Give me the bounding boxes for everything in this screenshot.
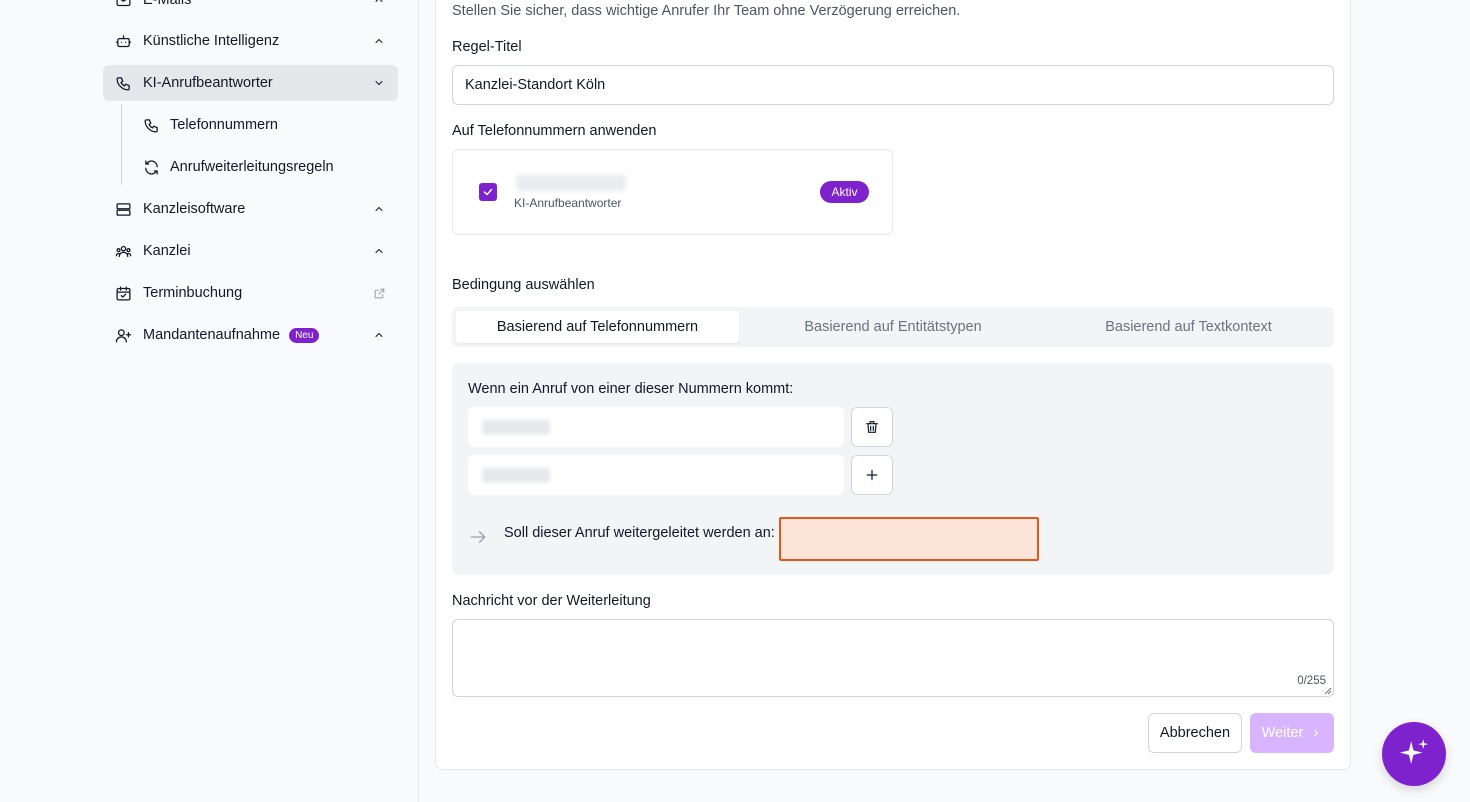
submenu-line	[121, 104, 122, 185]
phone-icon	[114, 74, 132, 92]
phone-icon	[142, 116, 160, 134]
user-plus-icon	[114, 326, 132, 344]
sidebar-item-emails[interactable]: E-Mails	[103, 0, 398, 18]
robot-icon	[114, 32, 132, 50]
sidebar-item-kanzleisoftware[interactable]: Kanzleisoftware	[103, 191, 398, 227]
char-counter: 0/255	[1297, 675, 1326, 687]
sidebar-item-terminbuchung[interactable]: Terminbuchung	[103, 275, 398, 311]
tab-text-context[interactable]: Basierend auf Textkontext	[1047, 311, 1330, 343]
phone-checkbox[interactable]	[479, 183, 497, 201]
sidebar-item-ki-anrufbeantworter[interactable]: KI-Anrufbeantworter	[103, 65, 398, 101]
chevron-down-icon[interactable]	[372, 76, 386, 90]
cancel-button[interactable]: Abbrechen	[1148, 713, 1242, 753]
check-icon	[483, 188, 493, 196]
phone-number-blurred	[482, 420, 550, 434]
plus-icon	[866, 469, 878, 481]
chevron-up-icon[interactable]	[372, 244, 386, 258]
server-icon	[114, 200, 132, 218]
refresh-icon	[142, 158, 160, 176]
sidebar-item-ki[interactable]: Künstliche Intelligenz	[103, 23, 398, 59]
sidebar-subitem-anrufweiterleitungsregeln[interactable]: Anrufweiterleitungsregeln	[131, 149, 398, 185]
tab-entity-types[interactable]: Basierend auf Entitätstypen	[751, 311, 1035, 343]
title-label: Regel-Titel	[452, 39, 522, 55]
chevron-up-icon[interactable]	[372, 202, 386, 216]
calendar-check-icon	[114, 284, 132, 302]
next-button-label: Weiter	[1261, 725, 1304, 741]
arrow-right-icon	[468, 528, 488, 546]
external-link-icon[interactable]	[372, 286, 386, 300]
sparkle-icon	[1399, 739, 1429, 764]
tab-phone-numbers[interactable]: Basierend auf Telefonnummern	[456, 311, 739, 343]
chevron-up-icon[interactable]	[372, 328, 386, 342]
sidebar-item-label: E-Mails	[143, 0, 192, 8]
chevron-up-icon[interactable]	[372, 34, 386, 48]
mail-icon	[114, 0, 132, 9]
apply-label: Auf Telefonnummern anwenden	[452, 123, 657, 139]
sidebar-item-label: Kanzleisoftware	[143, 201, 246, 217]
form-subtitle: Stellen Sie sicher, dass wichtige Anrufe…	[452, 3, 961, 19]
resize-handle-icon[interactable]	[1324, 687, 1332, 695]
add-number-button[interactable]	[851, 455, 893, 495]
next-button[interactable]: Weiter	[1250, 713, 1334, 753]
message-label: Nachricht vor der Weiterleitung	[452, 593, 651, 609]
condition-tabs: Basierend auf Telefonnummern Basierend a…	[452, 307, 1334, 347]
sidebar-subitem-telefonnummern[interactable]: Telefonnummern	[131, 107, 398, 143]
trash-icon	[866, 421, 878, 433]
forward-target-input[interactable]	[779, 517, 1039, 561]
rule-title-input[interactable]: Kanzlei-Standort Köln	[452, 65, 1334, 105]
message-textarea[interactable]: 0/255	[452, 619, 1334, 697]
sidebar-item-label: Terminbuchung	[143, 285, 243, 301]
sidebar-item-label: KI-Anrufbeantworter	[143, 75, 273, 91]
chevron-up-icon[interactable]	[372, 0, 386, 7]
phone-number-input[interactable]	[468, 407, 844, 447]
forward-label: Soll dieser Anruf weitergeleitet werden …	[504, 525, 775, 541]
phone-number-blurred	[482, 468, 550, 482]
sidebar-item-label: Mandantenaufnahme	[143, 327, 281, 343]
sidebar-subitem-label: Telefonnummern	[170, 117, 278, 133]
ai-assistant-button[interactable]	[1382, 722, 1446, 786]
phone-subtitle: KI-Anrufbeantworter	[514, 196, 622, 210]
sidebar-item-kanzlei[interactable]: Kanzlei	[103, 233, 398, 269]
delete-button[interactable]	[851, 407, 893, 447]
chevron-right-icon	[1314, 729, 1319, 737]
sidebar-item-label: Kanzlei	[143, 243, 191, 259]
sidebar-subitem-label: Anrufweiterleitungsregeln	[170, 159, 334, 175]
sidebar-item-label: Künstliche Intelligenz	[143, 33, 280, 49]
sidebar: E-Mails Künstliche Intelligenz KI-Anrufb…	[0, 0, 419, 802]
condition-label: Bedingung auswählen	[452, 277, 595, 293]
phone-number-input[interactable]	[468, 455, 844, 495]
phone-number-card[interactable]: KI-Anrufbeantworter Aktiv	[452, 149, 893, 235]
when-label: Wenn ein Anruf von einer dieser Nummern …	[468, 381, 794, 397]
new-badge: Neu	[289, 327, 320, 343]
sidebar-item-mandantenaufnahme[interactable]: Mandantenaufnahme Neu	[103, 317, 398, 353]
phone-number-blurred	[516, 175, 626, 191]
status-badge: Aktiv	[820, 181, 869, 203]
users-icon	[114, 242, 132, 260]
